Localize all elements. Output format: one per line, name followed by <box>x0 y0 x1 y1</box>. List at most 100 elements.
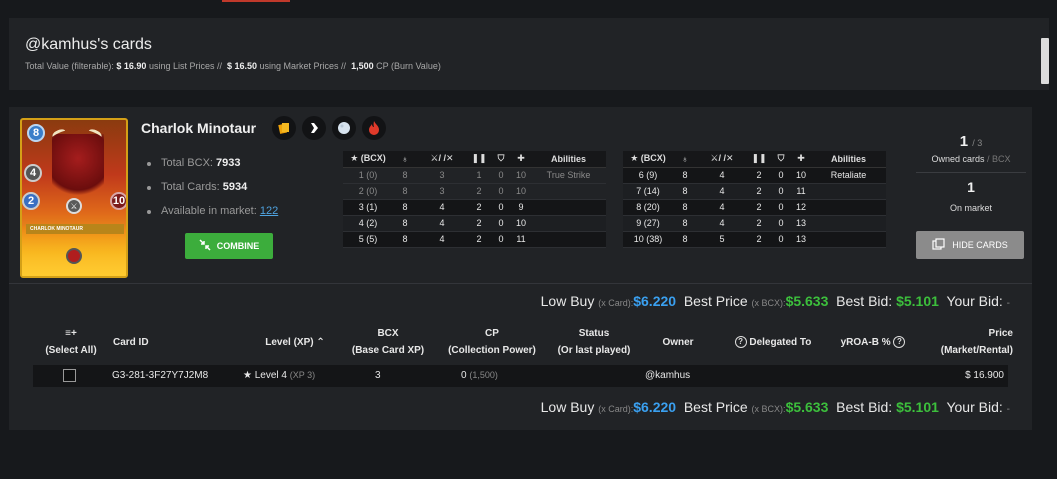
stat-cell-hp: 9 <box>511 199 531 216</box>
stat-cell-atk: 4 <box>417 199 467 216</box>
level-stats-table-right: ★ (BCX) ♁ ⚔/ /✕ ❚❚ ⛉ ✚ Abilities 6 (9) 8 4… <box>623 151 886 248</box>
combine-button[interactable]: COMBINE <box>185 233 273 259</box>
editon-icon[interactable] <box>302 116 326 140</box>
stat-cell-lvl: 9 (27) <box>623 215 673 232</box>
card-attribute-icons <box>272 116 386 140</box>
health-icon: ✚ <box>511 151 531 168</box>
card-id-column[interactable]: Card ID <box>113 334 173 351</box>
low-buy-price[interactable]: $6.220 <box>633 293 676 309</box>
best-bid[interactable]: $5.101 <box>896 399 939 415</box>
select-all-column[interactable]: ≡+ (Select All) <box>41 325 101 359</box>
hide-cards-button[interactable]: HIDE CARDS <box>916 231 1024 259</box>
table-row: 10 (38) 8 5 2 0 13 <box>623 231 886 248</box>
card-bcx: 3 <box>375 370 381 381</box>
status-column[interactable]: Status (Or last played) <box>546 325 642 359</box>
table-row[interactable]: G3-281-3F27Y7J2M8 ★ Level 4 (XP 3) 3 0 (… <box>33 365 1008 387</box>
card-detail-panel: 8 4 2 10 ⚔ CHARLOK MINOTAUR Charlok Mino… <box>9 107 1032 430</box>
stat-cell-lvl: 1 (0) <box>343 167 393 184</box>
stat-cell-atk: 4 <box>417 215 467 232</box>
bcx-column[interactable]: BCX (Base Card XP) <box>343 325 433 359</box>
level-bcx-header: ★ (BCX) <box>343 151 393 168</box>
stat-cell-abil <box>811 231 886 248</box>
level-stats-table-left: ★ (BCX) ♁ ⚔/ /✕ ❚❚ ⛉ ✚ Abilities 1 (0) 8 3… <box>343 151 606 248</box>
stat-cell-abil <box>811 183 886 200</box>
sort-up-icon: ⌃ <box>316 337 325 348</box>
armor-icon: ⛉ <box>771 151 791 168</box>
stat-cell-spd: 2 <box>747 183 771 200</box>
stat-cell-mana: 8 <box>393 183 417 200</box>
card-name: Charlok Minotaur <box>141 120 257 136</box>
card-id[interactable]: G3-281-3F27Y7J2M8 <box>112 370 208 381</box>
health-icon: ✚ <box>791 151 811 168</box>
stat-cell-spd: 2 <box>467 231 491 248</box>
price-summary-top: Low Buy (x Card):$6.220 Best Price (x BC… <box>540 293 1010 309</box>
stat-cell-hp: 13 <box>791 215 811 232</box>
stat-cell-arm: 0 <box>491 199 511 216</box>
stat-cell-lvl: 3 (1) <box>343 199 393 216</box>
stat-cell-hp: 13 <box>791 231 811 248</box>
card-image[interactable]: 8 4 2 10 ⚔ CHARLOK MINOTAUR <box>20 118 128 278</box>
yroa-column[interactable]: yROA-B % ? <box>833 334 913 351</box>
gold-foil-icon[interactable] <box>272 116 296 140</box>
total-value-summary: Total Value (filterable): $ 16.90 using … <box>25 61 441 71</box>
shield-icon: ⚔ <box>66 198 82 214</box>
stat-cell-arm: 0 <box>491 167 511 184</box>
stat-cell-lvl: 10 (38) <box>623 231 673 248</box>
stat-cell-hp: 11 <box>791 183 811 200</box>
row-checkbox[interactable] <box>63 369 76 382</box>
stat-cell-abil <box>811 199 886 216</box>
stat-cell-arm: 0 <box>491 183 511 200</box>
best-price[interactable]: $5.633 <box>786 399 829 415</box>
table-row: 9 (27) 8 4 2 0 13 <box>623 215 886 232</box>
stat-cell-mana: 8 <box>673 167 697 184</box>
card-cp: 0 (1,500) <box>461 370 498 381</box>
stat-cell-arm: 0 <box>771 199 791 216</box>
stat-cell-arm: 0 <box>771 231 791 248</box>
card-list-header: ≡+ (Select All) Card ID Level (XP) ⌃ BCX(… <box>33 325 1013 361</box>
stat-cell-atk: 4 <box>697 199 747 216</box>
collection-header: @kamhus's cards Total Value (filterable)… <box>9 18 1049 90</box>
stat-cell-lvl: 7 (14) <box>623 183 673 200</box>
stat-cell-abil: True Strike <box>531 167 606 184</box>
magic-orb: 2 <box>22 192 40 210</box>
help-icon[interactable]: ? <box>893 336 906 349</box>
available-market-link[interactable]: 122 <box>260 205 278 217</box>
best-bid[interactable]: $5.101 <box>896 293 939 309</box>
stat-cell-atk: 4 <box>697 167 747 184</box>
stat-cell-lvl: 4 (2) <box>343 215 393 232</box>
mana-icon: ♁ <box>393 151 417 168</box>
abilities-header: Abilities <box>531 151 606 168</box>
list-price-value: $ 16.90 <box>116 61 147 71</box>
fire-element-icon[interactable] <box>362 116 386 140</box>
stat-cell-spd: 1 <box>467 167 491 184</box>
help-icon[interactable]: ? <box>734 336 747 349</box>
speed-icon: ❚❚ <box>467 151 491 168</box>
stat-cell-mana: 8 <box>673 183 697 200</box>
stat-cell-abil <box>531 215 606 232</box>
stat-cell-abil <box>811 215 886 232</box>
cards-icon <box>932 238 946 252</box>
stat-cell-mana: 8 <box>393 231 417 248</box>
owner-column[interactable]: Owner <box>648 334 708 351</box>
divider <box>9 283 1032 284</box>
attack-icon: ⚔/ /✕ <box>417 151 467 168</box>
combine-icon <box>199 239 211 253</box>
star-icon: ★ <box>243 370 252 381</box>
delegated-column[interactable]: ? Delegated To <box>723 334 823 351</box>
page-title: @kamhus's cards <box>25 36 152 53</box>
cp-column[interactable]: CP (Collection Power) <box>437 325 547 359</box>
price-column[interactable]: Price (Market/Rental) <box>918 325 1013 359</box>
ownership-summary: 1 / 3 Owned cards / BCX 1 On market <box>916 133 1026 213</box>
level-column[interactable]: Level (XP) ⌃ <box>245 334 345 351</box>
stat-cell-spd: 2 <box>747 199 771 216</box>
stat-cell-spd: 2 <box>467 215 491 232</box>
on-market-label: On market <box>949 203 992 213</box>
stat-cell-abil: Retaliate <box>811 167 886 184</box>
scrollbar[interactable] <box>1041 38 1049 84</box>
card-price: $ 16.900 <box>965 370 1004 381</box>
best-price[interactable]: $5.633 <box>786 293 829 309</box>
moon-icon[interactable] <box>332 116 356 140</box>
card-owner[interactable]: @kamhus <box>645 370 690 381</box>
low-buy-price[interactable]: $6.220 <box>633 399 676 415</box>
minotaur-artwork <box>52 134 104 204</box>
